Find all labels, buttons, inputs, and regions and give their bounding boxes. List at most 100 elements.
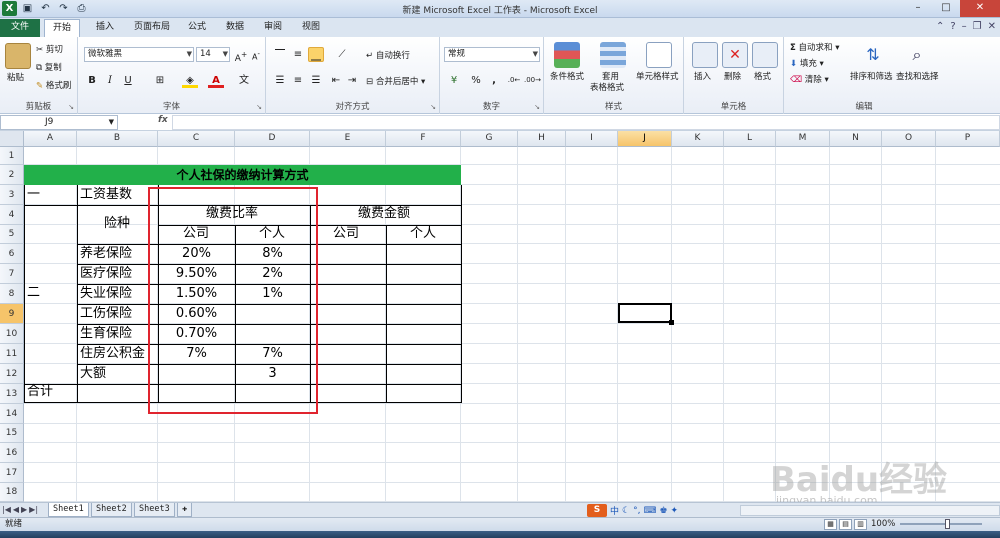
column-header-i[interactable]: I: [566, 131, 618, 147]
tab-file[interactable]: 文件: [0, 19, 40, 37]
select-all-button[interactable]: [0, 131, 24, 147]
row-header-9[interactable]: 9: [0, 304, 24, 324]
currency-icon[interactable]: ¥: [446, 73, 462, 88]
horizontal-scrollbar[interactable]: [740, 505, 1000, 516]
column-header-p[interactable]: P: [936, 131, 1000, 147]
orientation-icon[interactable]: ⟋: [334, 47, 350, 62]
increase-decimal-icon[interactable]: .0←: [506, 73, 522, 88]
row-header-8[interactable]: 8: [0, 284, 24, 304]
insert-cells-button[interactable]: 插入: [694, 70, 711, 82]
column-header-a[interactable]: A: [24, 131, 77, 147]
cell-a3[interactable]: 一: [27, 186, 40, 204]
number-launcher-icon[interactable]: ↘: [534, 103, 540, 111]
row-header-6[interactable]: 6: [0, 244, 24, 264]
insurance-name-cell[interactable]: 生育保险: [80, 325, 132, 343]
row-header-1[interactable]: 1: [0, 147, 24, 165]
tab-data[interactable]: 数据: [218, 19, 252, 37]
cell-b3[interactable]: 工资基数: [80, 186, 132, 204]
prev-sheet-icon[interactable]: ◀: [13, 505, 19, 514]
row-header-4[interactable]: 4: [0, 205, 24, 225]
collapse-ribbon-icon[interactable]: ⌃: [936, 21, 944, 32]
cell-f5-personal[interactable]: 个人: [410, 225, 436, 243]
merge-center-button[interactable]: ⊟ 合并后居中 ▾: [366, 75, 425, 87]
decrease-decimal-icon[interactable]: .00→: [524, 73, 541, 88]
font-size-combo[interactable]: 14 ▼: [196, 47, 230, 62]
font-launcher-icon[interactable]: ↘: [256, 103, 262, 111]
paste-icon[interactable]: [5, 43, 31, 69]
close-button[interactable]: ✕: [960, 0, 1000, 17]
binoculars-icon[interactable]: ⌕: [904, 42, 930, 68]
decrease-indent-icon[interactable]: ⇤: [328, 73, 344, 88]
row-header-17[interactable]: 17: [0, 463, 24, 483]
cell-e5-company[interactable]: 公司: [333, 225, 359, 243]
cell-amount-header[interactable]: 缴费金额: [358, 205, 410, 223]
next-sheet-icon[interactable]: ▶: [21, 505, 27, 514]
cell-a8-section[interactable]: 二: [27, 284, 40, 302]
fill-button[interactable]: ⬇ 填充 ▾: [790, 57, 824, 69]
column-header-m[interactable]: M: [776, 131, 830, 147]
align-left-icon[interactable]: ☰: [272, 73, 288, 88]
page-break-view-icon[interactable]: ▥: [854, 519, 867, 530]
delete-cells-button[interactable]: 删除: [724, 70, 741, 82]
phonetic-icon[interactable]: 文: [236, 73, 252, 88]
formula-input[interactable]: [172, 115, 1000, 130]
row-header-14[interactable]: 14: [0, 404, 24, 424]
ime-lang-label[interactable]: 中: [610, 504, 619, 517]
paste-button[interactable]: 粘贴: [7, 71, 24, 83]
find-select-button[interactable]: 查找和选择: [896, 70, 939, 82]
row-header-2[interactable]: 2: [0, 165, 24, 185]
insurance-name-cell[interactable]: 工伤保险: [80, 305, 132, 323]
column-header-c[interactable]: C: [158, 131, 235, 147]
insurance-name-cell[interactable]: 失业保险: [80, 285, 132, 303]
row-header-15[interactable]: 15: [0, 424, 24, 443]
number-format-combo[interactable]: 常规 ▼: [444, 47, 540, 62]
conditional-format-button[interactable]: 条件格式: [550, 70, 584, 82]
row-header-10[interactable]: 10: [0, 324, 24, 344]
sogou-ime-icon[interactable]: S: [587, 504, 607, 517]
tab-view[interactable]: 视图: [294, 19, 328, 37]
sort-filter-button[interactable]: 排序和筛选: [850, 70, 893, 82]
skin-icon[interactable]: ♚: [659, 506, 667, 516]
first-sheet-icon[interactable]: |◀: [2, 505, 11, 514]
cell-styles-icon[interactable]: [646, 42, 672, 68]
increase-indent-icon[interactable]: ⇥: [344, 73, 360, 88]
column-header-j[interactable]: J: [618, 131, 672, 147]
page-layout-view-icon[interactable]: ▤: [839, 519, 852, 530]
row-header-13[interactable]: 13: [0, 384, 24, 404]
format-cells-button[interactable]: 格式: [754, 70, 771, 82]
doc-minimize-icon[interactable]: –: [962, 21, 967, 32]
bold-button[interactable]: B: [84, 73, 100, 88]
row-header-16[interactable]: 16: [0, 443, 24, 463]
percent-icon[interactable]: %: [468, 73, 484, 88]
name-box[interactable]: J9 ▼: [0, 115, 118, 130]
insert-cells-icon[interactable]: [692, 42, 718, 68]
active-cell-selection[interactable]: [618, 303, 674, 325]
keyboard-icon[interactable]: ⌨: [643, 506, 656, 516]
font-color-icon[interactable]: A: [208, 73, 224, 88]
column-header-d[interactable]: D: [235, 131, 310, 147]
tab-page-layout[interactable]: 页面布局: [126, 19, 178, 37]
insert-function-button[interactable]: fx: [158, 115, 168, 125]
clear-button[interactable]: ⌫ 清除 ▾: [790, 73, 829, 85]
row-header-18[interactable]: 18: [0, 483, 24, 502]
punctuation-icon[interactable]: °,: [633, 506, 640, 516]
insert-sheet-icon[interactable]: ✚: [177, 503, 193, 517]
zoom-slider[interactable]: [900, 523, 982, 525]
maximize-button[interactable]: □: [932, 0, 960, 17]
tools-icon[interactable]: ✦: [671, 506, 679, 516]
clipboard-launcher-icon[interactable]: ↘: [68, 103, 74, 111]
underline-button[interactable]: U: [120, 73, 136, 88]
insurance-name-cell[interactable]: 住房公积金: [80, 345, 145, 363]
insurance-name-cell[interactable]: 养老保险: [80, 245, 132, 263]
sheet-tab-sheet1[interactable]: Sheet1: [48, 503, 89, 517]
help-icon[interactable]: ?: [950, 21, 955, 32]
sheet-tab-sheet2[interactable]: Sheet2: [91, 503, 132, 517]
column-header-k[interactable]: K: [672, 131, 724, 147]
cell-a13-total[interactable]: 合计: [27, 383, 53, 401]
align-center-icon[interactable]: ≡: [290, 73, 306, 88]
format-painter-button[interactable]: ✎ 格式刷: [36, 79, 71, 91]
borders-icon[interactable]: ⊞: [152, 73, 168, 88]
column-header-b[interactable]: B: [77, 131, 158, 147]
column-header-h[interactable]: H: [518, 131, 566, 147]
column-header-l[interactable]: L: [724, 131, 776, 147]
